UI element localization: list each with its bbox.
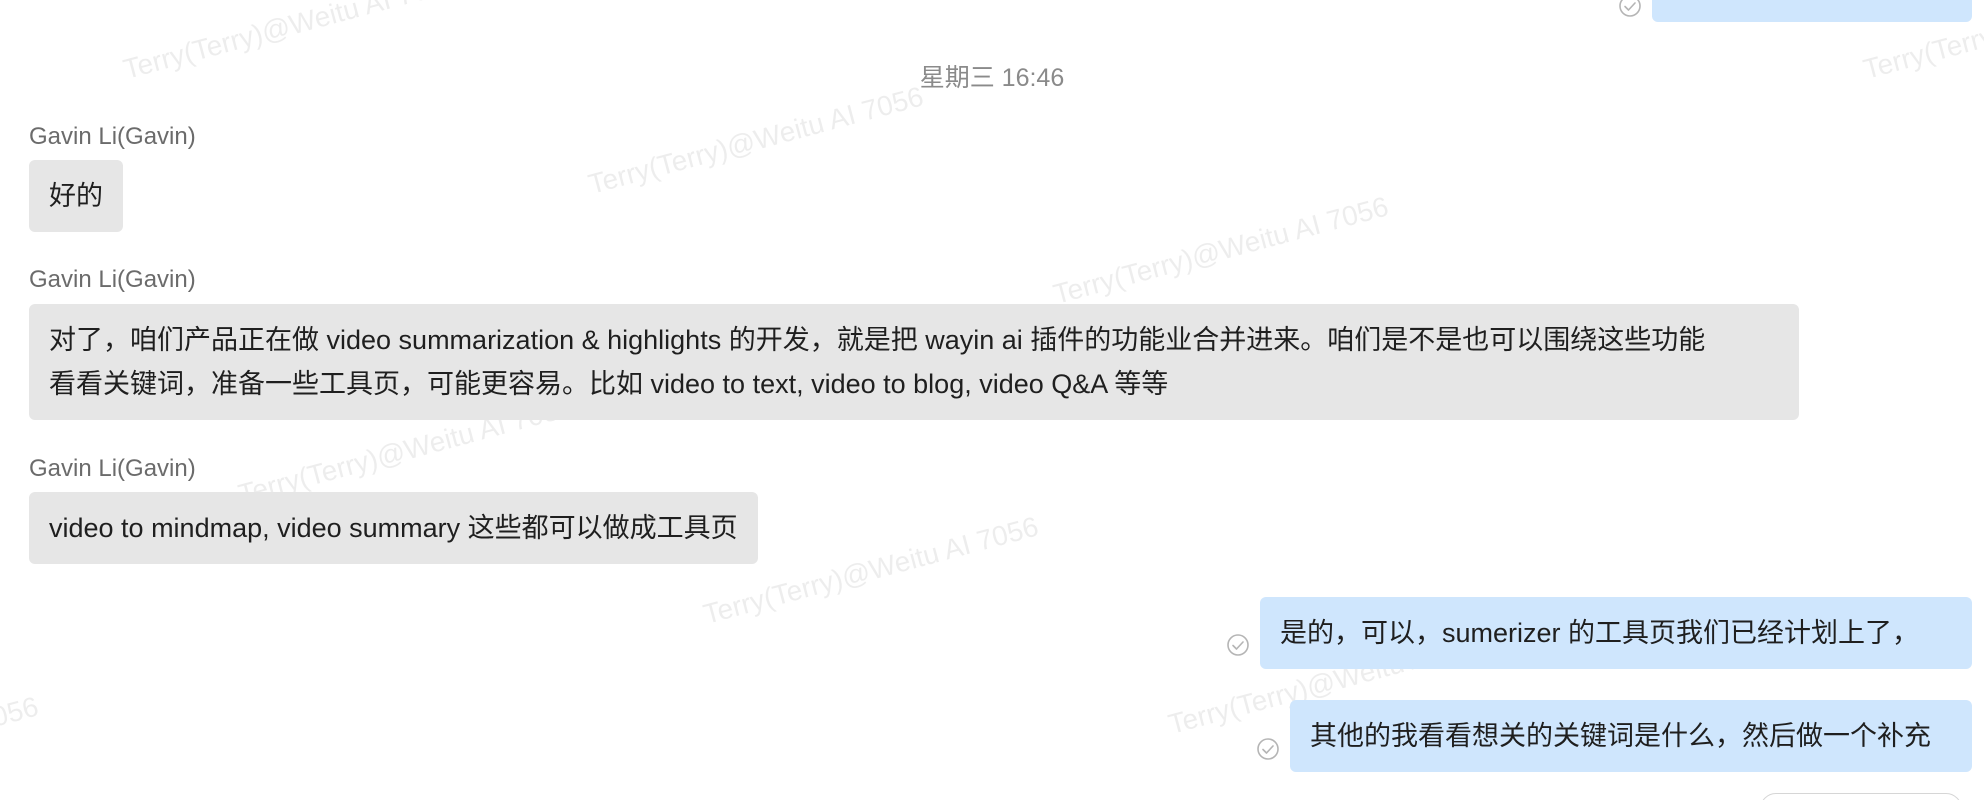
read-check-icon [1227, 634, 1249, 656]
outgoing-message-bubble[interactable]: 是的，可以，sumerizer 的工具页我们已经计划上了， [1260, 597, 1972, 669]
message-text: 好的 [49, 181, 103, 211]
watermark: Terry(Terry)@Weitu AI 7056 [1050, 190, 1392, 310]
sender-name[interactable]: Gavin Li(Gavin) [29, 455, 196, 483]
outgoing-message-bubble[interactable]: 其他的我看看想关的关键词是什么，然后做一个补充 [1290, 700, 1972, 772]
read-check-icon [1619, 0, 1641, 17]
incoming-message-bubble[interactable]: video to mindmap, video summary 这些都可以做成工… [29, 492, 758, 564]
message-text: video to mindmap, video summary 这些都可以做成工… [49, 513, 738, 543]
message-text-line: 看看关键词，准备一些工具页，可能更容易。比如 video to text, vi… [49, 369, 1169, 399]
incoming-message-bubble[interactable]: 对了，咱们产品正在做 video summarization & highlig… [29, 304, 1799, 420]
sender-name[interactable]: Gavin Li(Gavin) [29, 123, 196, 151]
message-timestamp: 星期三 16:46 [919, 64, 1065, 92]
message-text-line: 对了，咱们产品正在做 video summarization & highlig… [49, 325, 1706, 355]
incoming-message-bubble[interactable]: 好的 [29, 160, 123, 232]
watermark: Terry(Terry)@Weitu AI 7056 [585, 80, 927, 200]
sender-name[interactable]: Gavin Li(Gavin) [29, 266, 196, 294]
outgoing-message-bubble-partial[interactable] [1652, 0, 1972, 22]
message-text: 是的，可以，sumerizer 的工具页我们已经计划上了， [1280, 618, 1920, 648]
message-text: 其他的我看看想关的关键词是什么，然后做一个补充 [1310, 721, 1931, 751]
read-check-icon [1257, 738, 1279, 760]
scroll-to-bottom-pill[interactable] [1760, 793, 1962, 800]
watermark: Terry(Terry)@Weitu AI 7056 [0, 690, 42, 800]
chat-window[interactable]: Terry(Terry)@Weitu AI 7056 Terry(Terry)@… [0, 0, 1984, 800]
